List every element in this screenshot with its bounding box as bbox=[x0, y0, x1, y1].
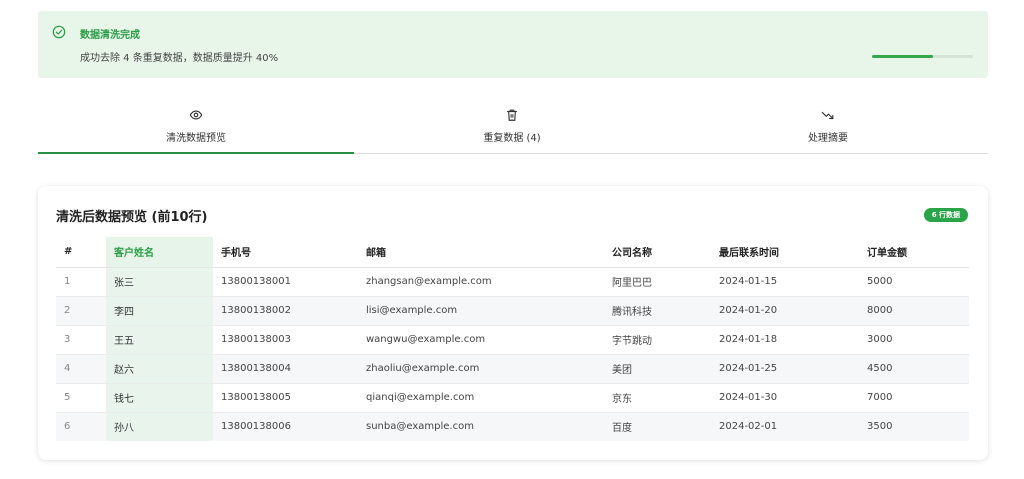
cell-phone: 13800138006 bbox=[213, 412, 358, 441]
table-header-row: # 客户姓名 手机号 邮箱 公司名称 最后联系时间 订单金额 bbox=[56, 237, 969, 268]
column-header-last-contact[interactable]: 最后联系时间 bbox=[711, 237, 859, 268]
quality-progress-fill bbox=[872, 55, 933, 58]
table-row[interactable]: 6 孙八 13800138006 sunba@example.com 百度 2024-02… bbox=[56, 412, 969, 441]
cell-company: 阿里巴巴 bbox=[604, 267, 711, 297]
tab-label: 重复数据 (4) bbox=[483, 133, 541, 144]
row-count-badge: 6 行数据 bbox=[923, 208, 968, 222]
check-circle-icon bbox=[52, 25, 66, 39]
cell-name: 赵六 bbox=[106, 354, 213, 384]
card-title: 清洗后数据预览 (前10行) bbox=[56, 210, 208, 225]
cell-name: 李四 bbox=[106, 296, 213, 326]
cell-name: 张三 bbox=[106, 267, 213, 297]
quality-progress-bar bbox=[872, 55, 973, 58]
cell-order-amount: 3000 bbox=[859, 325, 969, 355]
tab-bar: 清洗数据预览 重复数据 (4) 处理摘要 bbox=[38, 104, 988, 154]
data-table: # 客户姓名 手机号 邮箱 公司名称 最后联系时间 订单金额 1 张三 138001… bbox=[56, 237, 969, 441]
tab-label: 处理摘要 bbox=[808, 133, 848, 144]
column-header-email[interactable]: 邮箱 bbox=[358, 237, 604, 268]
tab-summary[interactable]: 处理摘要 bbox=[670, 104, 986, 154]
cell-phone: 13800138004 bbox=[213, 354, 358, 384]
cell-email: wangwu@example.com bbox=[358, 325, 604, 355]
tab-clean-preview[interactable]: 清洗数据预览 bbox=[38, 104, 354, 154]
cell-company: 京东 bbox=[604, 383, 711, 413]
column-header-company[interactable]: 公司名称 bbox=[604, 237, 711, 268]
cell-order-amount: 8000 bbox=[859, 296, 969, 326]
column-header-index: # bbox=[56, 237, 106, 268]
cell-index: 2 bbox=[56, 296, 106, 326]
cell-order-amount: 4500 bbox=[859, 354, 969, 384]
cell-last-contact: 2024-01-30 bbox=[711, 383, 859, 413]
cell-company: 百度 bbox=[604, 412, 711, 441]
table-row[interactable]: 4 赵六 13800138004 zhaoliu@example.com 美团 2024-… bbox=[56, 354, 969, 384]
cell-phone: 13800138003 bbox=[213, 325, 358, 355]
cell-name: 王五 bbox=[106, 325, 213, 355]
table-row[interactable]: 2 李四 13800138002 lisi@example.com 腾讯科技 2024-0… bbox=[56, 296, 969, 326]
cell-email: sunba@example.com bbox=[358, 412, 604, 441]
cell-email: zhaoliu@example.com bbox=[358, 354, 604, 384]
cell-phone: 13800138002 bbox=[213, 296, 358, 326]
cell-last-contact: 2024-02-01 bbox=[711, 412, 859, 441]
cell-order-amount: 5000 bbox=[859, 267, 969, 297]
preview-card: 清洗后数据预览 (前10行) 6 行数据 # 客户姓名 手机号 邮箱 公司名称 … bbox=[38, 186, 988, 460]
tab-label: 清洗数据预览 bbox=[166, 133, 226, 144]
tab-duplicates[interactable]: 重复数据 (4) bbox=[354, 104, 670, 154]
cell-index: 4 bbox=[56, 354, 106, 384]
eye-icon bbox=[38, 108, 354, 122]
column-header-name[interactable]: 客户姓名 bbox=[106, 237, 213, 268]
cell-index: 5 bbox=[56, 383, 106, 413]
cell-order-amount: 7000 bbox=[859, 383, 969, 413]
cell-name: 钱七 bbox=[106, 383, 213, 413]
cell-last-contact: 2024-01-18 bbox=[711, 325, 859, 355]
table-row[interactable]: 5 钱七 13800138005 qianqi@example.com 京东 2024-0… bbox=[56, 383, 969, 413]
cell-email: qianqi@example.com bbox=[358, 383, 604, 413]
cell-phone: 13800138001 bbox=[213, 267, 358, 297]
cell-last-contact: 2024-01-15 bbox=[711, 267, 859, 297]
cell-index: 6 bbox=[56, 412, 106, 441]
cell-phone: 13800138005 bbox=[213, 383, 358, 413]
cell-order-amount: 3500 bbox=[859, 412, 969, 441]
cell-index: 3 bbox=[56, 325, 106, 355]
cell-email: lisi@example.com bbox=[358, 296, 604, 326]
trash-icon bbox=[354, 108, 670, 122]
column-header-phone[interactable]: 手机号 bbox=[213, 237, 358, 268]
cell-last-contact: 2024-01-25 bbox=[711, 354, 859, 384]
alert-description: 成功去除 4 条重复数据，数据质量提升 40% bbox=[80, 53, 279, 64]
column-header-order-amount[interactable]: 订单金额 bbox=[859, 237, 969, 268]
cell-company: 字节跳动 bbox=[604, 325, 711, 355]
cell-company: 腾讯科技 bbox=[604, 296, 711, 326]
alert-title: 数据清洗完成 bbox=[80, 30, 140, 41]
table-row[interactable]: 3 王五 13800138003 wangwu@example.com 字节跳动 2024… bbox=[56, 325, 969, 355]
success-alert: 数据清洗完成 成功去除 4 条重复数据，数据质量提升 40% bbox=[38, 11, 988, 78]
cell-company: 美团 bbox=[604, 354, 711, 384]
cell-email: zhangsan@example.com bbox=[358, 267, 604, 297]
table-row[interactable]: 1 张三 13800138001 zhangsan@example.com 阿里巴巴 20… bbox=[56, 267, 969, 297]
trending-down-icon bbox=[670, 108, 986, 122]
cell-index: 1 bbox=[56, 267, 106, 297]
cell-last-contact: 2024-01-20 bbox=[711, 296, 859, 326]
cell-name: 孙八 bbox=[106, 412, 213, 441]
